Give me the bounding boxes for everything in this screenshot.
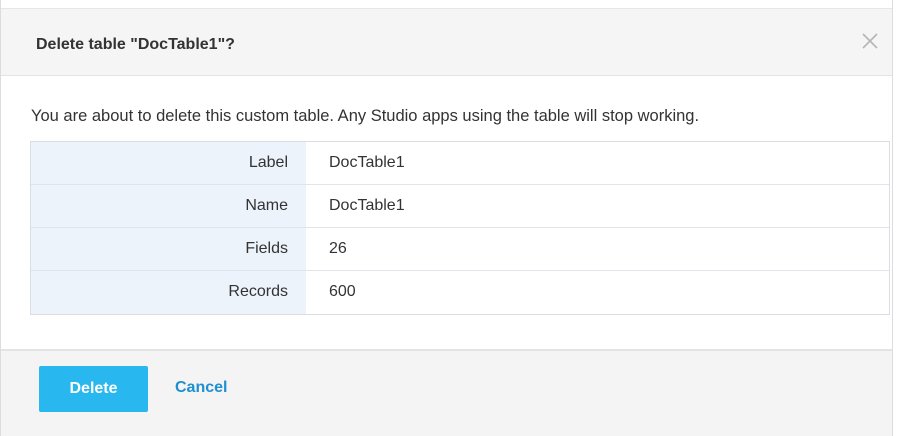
close-button[interactable] [858,29,882,53]
details-row-name: Name DocTable1 [31,185,889,228]
dialog-title: Delete table "DocTable1"? [36,36,235,53]
details-key: Records [31,271,306,314]
details-value: 26 [329,240,347,257]
table-details: Label DocTable1 Name DocTable1 Fields 26… [30,141,890,315]
details-value: DocTable1 [329,154,405,171]
details-key: Fields [31,228,306,270]
cancel-link[interactable]: Cancel [175,379,227,397]
details-key: Name [31,185,306,227]
close-icon [862,33,878,49]
delete-table-dialog: Delete table "DocTable1"? You are about … [0,0,893,436]
dialog-message: You are about to delete this custom tabl… [31,107,700,125]
delete-button[interactable]: Delete [39,366,148,412]
details-row-records: Records 600 [31,271,889,314]
details-value: DocTable1 [329,197,405,214]
dialog-footer: Delete Cancel [1,349,892,436]
details-value: 600 [329,283,356,300]
dialog-header: Delete table "DocTable1"? [1,8,892,76]
details-row-fields: Fields 26 [31,228,889,271]
details-row-label: Label DocTable1 [31,142,889,185]
details-key: Label [31,142,306,184]
